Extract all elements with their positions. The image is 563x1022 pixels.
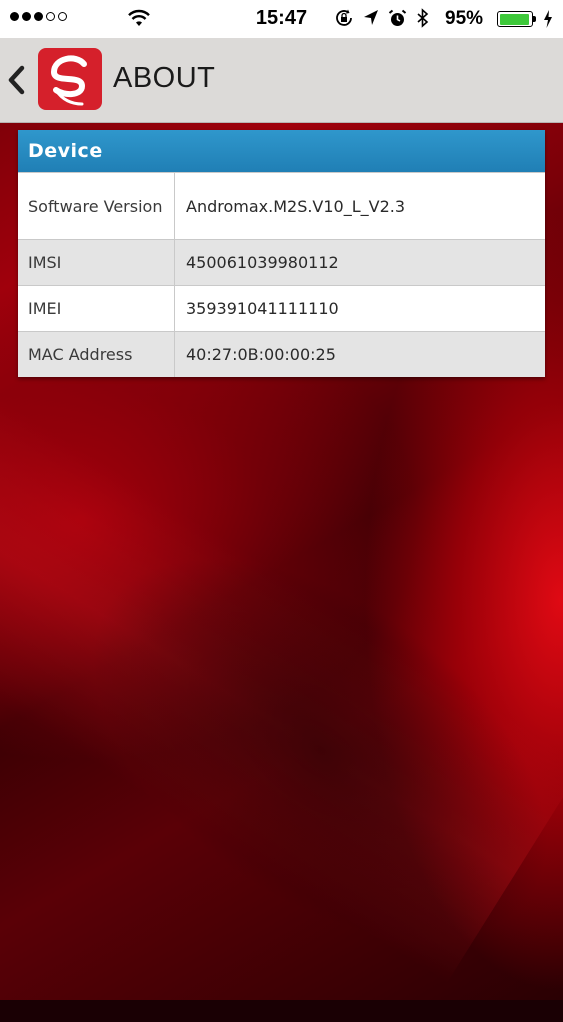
row-value: 450061039980112: [186, 253, 339, 272]
row-label: Software Version: [18, 173, 175, 239]
table-row-software-version: Software Version Andromax.M2S.V10_L_V2.3: [18, 172, 545, 239]
row-label: IMEI: [18, 286, 175, 331]
battery-fill: [499, 13, 529, 25]
navigation-header: ABOUT: [0, 38, 563, 123]
location-arrow-icon: [364, 10, 378, 25]
row-label: IMSI: [18, 240, 175, 285]
page-title: ABOUT: [113, 62, 216, 94]
battery-tip: [533, 16, 536, 22]
row-value: 359391041111110: [186, 299, 339, 318]
status-bar: 15:47 95%: [0, 0, 563, 38]
orientation-lock-icon: [336, 9, 352, 26]
charging-bolt-icon: [544, 10, 552, 28]
row-value: 40:27:0B:00:00:25: [186, 345, 336, 364]
table-row-mac-address: MAC Address 40:27:0B:00:00:25: [18, 331, 545, 377]
app-logo-icon: [38, 48, 102, 110]
row-label: MAC Address: [18, 332, 175, 377]
row-value: Andromax.M2S.V10_L_V2.3: [186, 196, 406, 216]
chevron-left-icon[interactable]: [6, 64, 28, 96]
alarm-icon: [388, 9, 407, 26]
device-info-table: Device Software Version Andromax.M2S.V10…: [18, 130, 545, 377]
battery-icon: [497, 11, 533, 27]
table-row-imsi: IMSI 450061039980112: [18, 239, 545, 285]
table-row-imei: IMEI 359391041111110: [18, 285, 545, 331]
table-title: Device: [18, 130, 545, 172]
battery-percentage: 95%: [445, 8, 484, 29]
bluetooth-icon: [417, 8, 429, 28]
